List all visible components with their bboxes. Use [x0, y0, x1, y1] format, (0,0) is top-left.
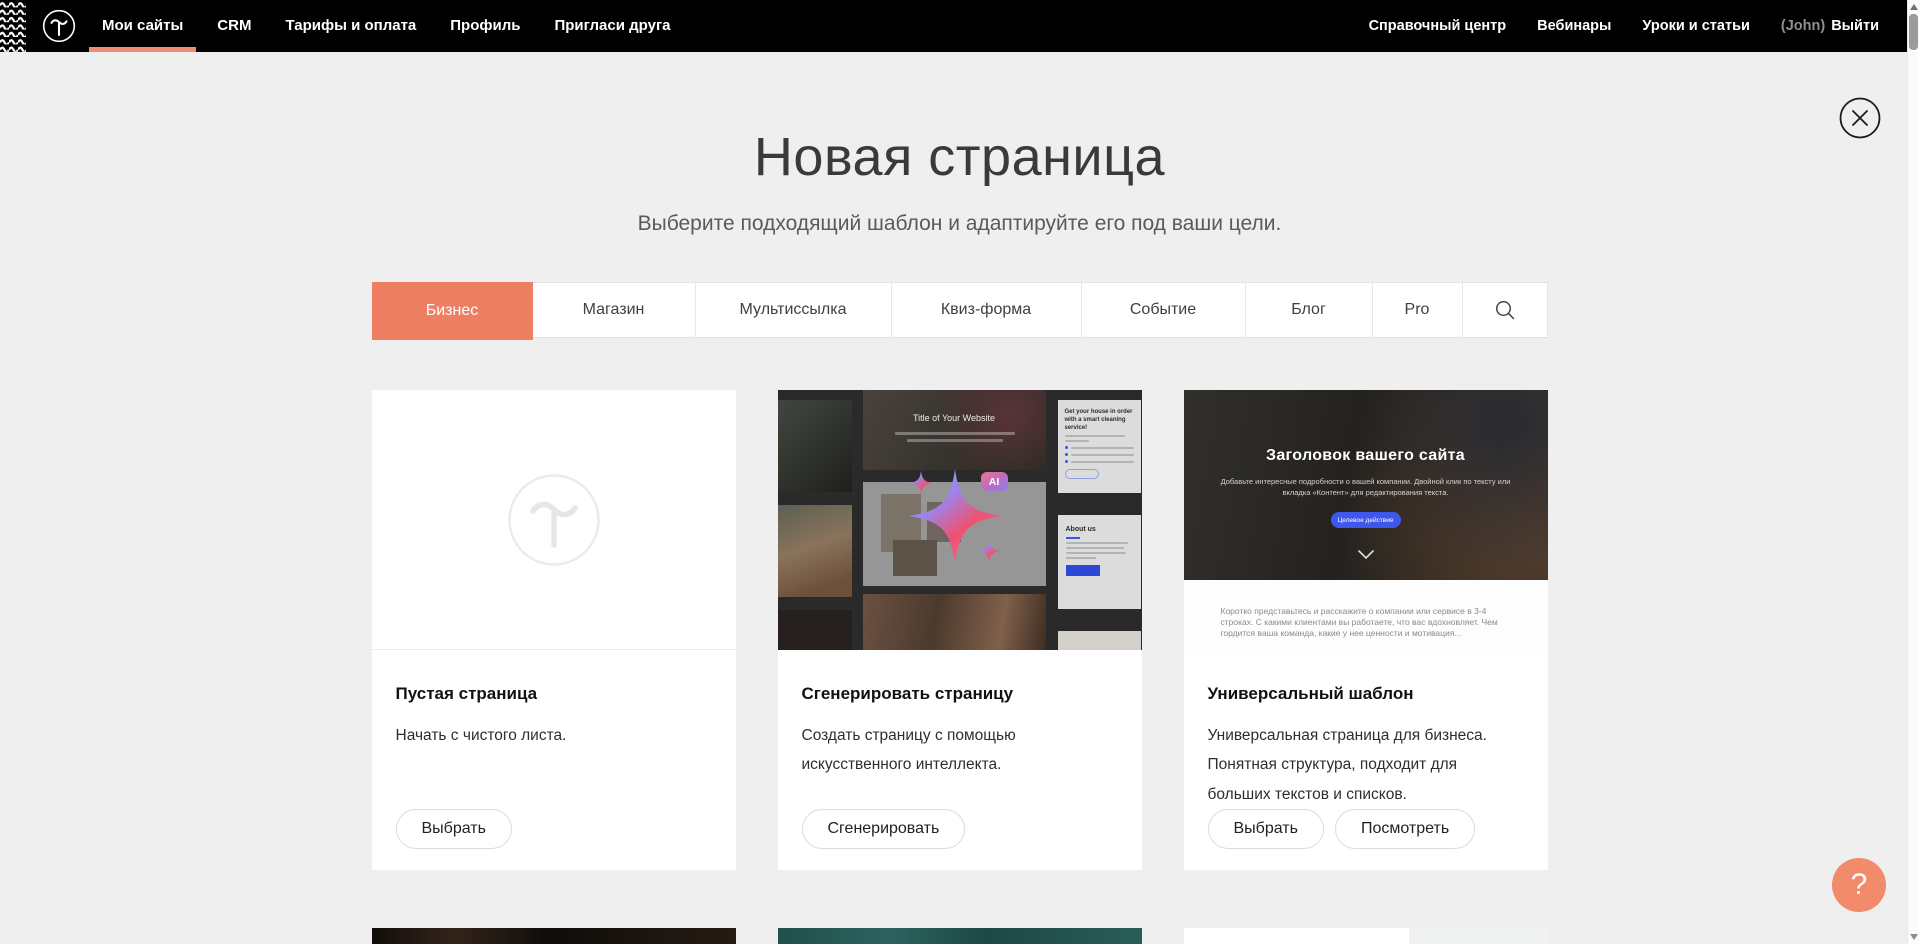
question-icon: ?	[1851, 868, 1868, 901]
thumb-photo-strip	[863, 594, 1046, 650]
logout-link[interactable]: Выйти	[1831, 18, 1879, 34]
scroll-down-arrow-icon[interactable]	[1910, 934, 1918, 940]
thumb-about-panel: About us	[1058, 515, 1141, 609]
nav-item-crm[interactable]: CRM	[217, 0, 251, 52]
ai-generate-preview[interactable]: Title of Your Website Get your house in …	[778, 390, 1142, 650]
card-description: Создать страницу с помощью искусственног…	[802, 721, 1118, 780]
tilda-logo-icon[interactable]	[42, 9, 76, 43]
top-nav: Мои сайты CRM Тарифы и оплата Профиль Пр…	[0, 0, 1919, 52]
template-hero-subtext: Добавьте интересные подробности о вашей …	[1216, 476, 1516, 499]
template-card-partial-3[interactable]	[1184, 928, 1548, 944]
thumb-outline-button	[1065, 469, 1099, 479]
main-menu: Мои сайты CRM Тарифы и оплата Профиль Пр…	[102, 0, 705, 52]
nav-item-plans-payment[interactable]: Тарифы и оплата	[285, 0, 416, 52]
nav-item-profile[interactable]: Профиль	[450, 0, 520, 52]
select-universal-button[interactable]: Выбрать	[1208, 809, 1324, 849]
thumb-panel-heading: Get your house in order with a smart cle…	[1065, 408, 1134, 432]
generate-button[interactable]: Сгенерировать	[802, 809, 966, 849]
new-page-dialog: Мои сайты CRM Тарифы и оплата Профиль Пр…	[0, 0, 1919, 944]
card-body: Пустая страница Начать с чистого листа.	[372, 650, 736, 750]
card-description: Начать с чистого листа.	[396, 721, 712, 750]
nav-item-label: Мои сайты	[102, 17, 183, 34]
thumb-website-title: Title of Your Website	[863, 413, 1046, 423]
template-cta-button: Целевое действие	[1331, 512, 1401, 528]
close-dialog-button[interactable]	[1839, 97, 1881, 139]
tab-store[interactable]: Магазин	[533, 283, 696, 337]
template-card-partial-2[interactable]	[778, 928, 1142, 944]
template-hero-heading: Заголовок вашего сайта	[1184, 447, 1548, 465]
thumb-feature-panel	[863, 482, 1046, 586]
help-button[interactable]: ?	[1832, 858, 1886, 912]
template-card-ai-generate: Title of Your Website Get your house in …	[778, 390, 1142, 870]
thumb-panel-cut	[1058, 631, 1141, 650]
zigzag-pattern-decoration	[0, 0, 26, 52]
template-body-text: Коротко представьтесь и расскажите о ком…	[1221, 606, 1511, 640]
card-description: Универсальная страница для бизнеса. Поня…	[1208, 721, 1524, 809]
card-title: Пустая страница	[396, 684, 712, 704]
thumb-text-panel: Get your house in order with a smart cle…	[1058, 400, 1141, 493]
nav-item-webinars[interactable]: Вебинары	[1537, 0, 1611, 52]
select-blank-button[interactable]: Выбрать	[396, 809, 512, 849]
universal-template-preview[interactable]: Заголовок вашего сайта Добавьте интересн…	[1184, 390, 1548, 650]
card-actions: Сгенерировать	[802, 809, 966, 849]
nav-item-invite-friend[interactable]: Пригласи друга	[554, 0, 670, 52]
thumb-photo-livingroom	[778, 505, 852, 597]
tab-business[interactable]: Бизнес	[372, 282, 533, 340]
tab-search[interactable]	[1463, 283, 1547, 337]
page-title: Новая страница	[372, 126, 1548, 188]
template-cards-row-2	[372, 928, 1548, 944]
thumb-blue-button	[1066, 565, 1100, 576]
template-card-blank-page: Пустая страница Начать с чистого листа. …	[372, 390, 736, 870]
thumb-website-hero: Title of Your Website	[863, 390, 1046, 470]
search-icon	[1494, 299, 1516, 321]
card-title: Универсальный шаблон	[1208, 684, 1524, 704]
scroll-up-arrow-icon[interactable]	[1910, 4, 1918, 10]
nav-item-my-sites[interactable]: Мои сайты	[102, 0, 183, 52]
tab-link-in-bio[interactable]: Мультиссылка	[696, 283, 892, 337]
vertical-scrollbar[interactable]	[1907, 0, 1919, 944]
card-body: Сгенерировать страницу Создать страницу …	[778, 650, 1142, 780]
tilda-watermark-icon	[507, 473, 601, 567]
ai-badge: AI	[981, 472, 1008, 491]
card-actions: Выбрать	[396, 809, 512, 849]
close-icon	[1839, 97, 1881, 139]
user-name: (John)	[1781, 18, 1825, 34]
thumb-inner-photo	[893, 540, 937, 576]
skeleton-line	[895, 432, 1015, 435]
chevron-down-icon	[1358, 550, 1374, 559]
nav-item-lessons-articles[interactable]: Уроки и статьи	[1642, 0, 1749, 52]
blank-page-preview[interactable]	[372, 390, 736, 650]
preview-universal-button[interactable]: Посмотреть	[1335, 809, 1475, 849]
thumb-photo-desk	[778, 400, 852, 492]
skeleton-line	[907, 439, 1003, 442]
tab-pro[interactable]: Pro	[1373, 283, 1463, 337]
template-cards-row: Пустая страница Начать с чистого листа. …	[372, 390, 1548, 870]
template-card-universal: Заголовок вашего сайта Добавьте интересн…	[1184, 390, 1548, 870]
thumb-photo-dark	[778, 610, 852, 650]
secondary-menu: Справочный центр Вебинары Уроки и статьи…	[1338, 0, 1879, 52]
template-category-tabs: Бизнес Магазин Мультиссылка Квиз-форма С…	[372, 282, 1548, 338]
active-tab-underline	[89, 47, 196, 52]
card-actions: Выбрать Посмотреть	[1208, 809, 1476, 849]
thumb-about-heading: About us	[1066, 525, 1133, 534]
template-body-section: Коротко представьтесь и расскажите о ком…	[1184, 580, 1548, 650]
thumb-inner-photo	[927, 502, 961, 542]
thumb-accent-underline	[1066, 537, 1080, 539]
tab-blog[interactable]: Блог	[1246, 283, 1373, 337]
nav-item-help-center[interactable]: Справочный центр	[1369, 0, 1507, 52]
tab-quiz-form[interactable]: Квиз-форма	[892, 283, 1082, 337]
template-hero-photo: Заголовок вашего сайта Добавьте интересн…	[1184, 390, 1548, 580]
card-title: Сгенерировать страницу	[802, 684, 1118, 704]
dialog-content: Новая страница Выберите подходящий шабло…	[372, 126, 1548, 944]
tab-event[interactable]: Событие	[1082, 283, 1246, 337]
template-card-partial-1[interactable]	[372, 928, 736, 944]
scrollbar-thumb[interactable]	[1909, 14, 1918, 50]
card-body: Универсальный шаблон Универсальная стран…	[1184, 650, 1548, 809]
page-subtitle: Выберите подходящий шаблон и адаптируйте…	[372, 212, 1548, 236]
